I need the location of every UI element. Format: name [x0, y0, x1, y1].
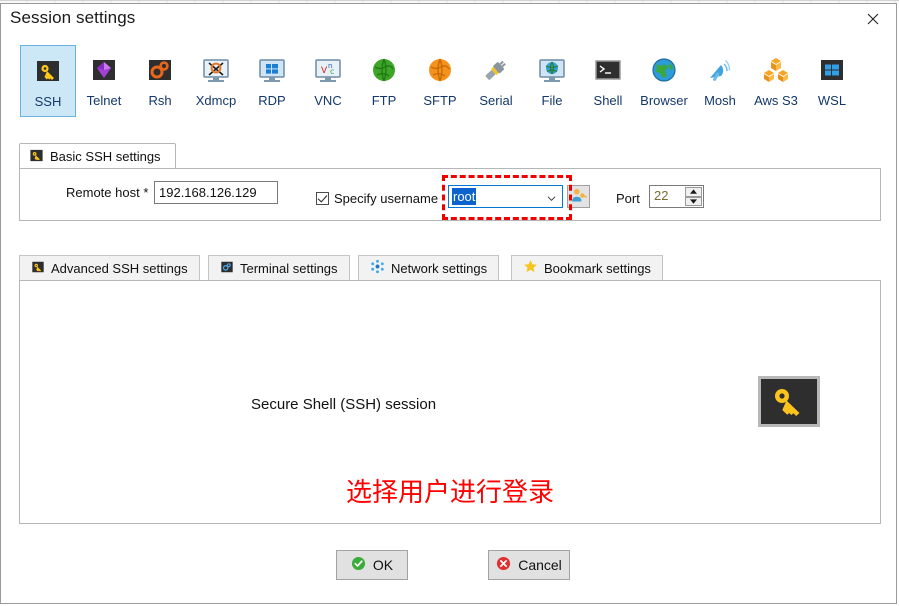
cancel-button[interactable]: Cancel — [488, 550, 570, 580]
star-icon — [523, 259, 538, 277]
protocol-label: RDP — [258, 93, 286, 108]
check-circle-icon — [351, 556, 366, 574]
browser-globe-icon — [648, 54, 680, 86]
ftp-globe-icon — [368, 54, 400, 86]
protocol-label: Serial — [479, 93, 513, 108]
protocol-label: WSL — [817, 93, 847, 108]
protocol-vnc[interactable]: Vnc VNC — [300, 45, 356, 117]
close-icon — [867, 13, 879, 25]
protocol-label: File — [541, 93, 563, 108]
protocol-sftp[interactable]: SFTP — [412, 45, 468, 117]
tab-label: Advanced SSH settings — [51, 260, 188, 276]
ok-button[interactable]: OK — [336, 550, 408, 580]
network-nodes-icon — [370, 259, 385, 277]
tab-basic-ssh-settings[interactable]: Basic SSH settings — [19, 143, 176, 169]
protocol-label: FTP — [371, 93, 397, 108]
spinner-down-icon[interactable] — [685, 196, 702, 206]
protocol-label: Telnet — [86, 93, 122, 108]
serial-plug-icon — [480, 54, 512, 86]
port-spinner[interactable]: 22 — [649, 185, 704, 208]
protocol-ftp[interactable]: FTP — [356, 45, 412, 117]
session-type-title: Secure Shell (SSH) session — [251, 396, 437, 413]
protocol-label: Shell — [593, 93, 623, 108]
telnet-gem-icon — [88, 54, 120, 86]
protocol-aws-s3[interactable]: Aws S3 — [748, 45, 804, 117]
chevron-down-icon[interactable] — [547, 191, 556, 202]
protocol-xdmcp[interactable]: Xdmcp — [188, 45, 244, 117]
protocol-label: Browser — [640, 93, 688, 108]
rdp-monitor-icon — [256, 54, 288, 86]
select-user-button[interactable] — [567, 185, 590, 208]
protocol-telnet[interactable]: Telnet — [76, 45, 132, 117]
specify-username-label: Specify username — [334, 191, 439, 206]
annotation-callout-text: 选择用户进行登录 — [346, 478, 555, 508]
ok-label: OK — [372, 557, 394, 573]
sub-tabstrip: Advanced SSH settings Terminal settings … — [19, 255, 881, 281]
file-monitor-icon — [536, 54, 568, 86]
tab-terminal-settings[interactable]: Terminal settings — [208, 255, 350, 281]
port-label: Port — [616, 191, 640, 206]
protocol-label: SFTP — [423, 93, 457, 108]
protocol-rsh[interactable]: Rsh — [132, 45, 188, 117]
protocol-label: VNC — [314, 93, 342, 108]
username-combobox[interactable]: root — [448, 185, 563, 208]
username-value: root — [452, 188, 477, 205]
tab-label: Basic SSH settings — [50, 149, 161, 164]
protocol-wsl[interactable]: WSL — [804, 45, 860, 117]
protocol-label: Rsh — [148, 93, 172, 108]
protocol-ssh[interactable]: SSH — [20, 45, 76, 117]
protocol-label: SSH — [34, 94, 62, 109]
background-strip-line — [0, 0, 899, 1]
tab-label: Network settings — [391, 260, 488, 276]
wsl-windows-icon — [816, 54, 848, 86]
remote-host-input[interactable] — [154, 181, 278, 204]
cancel-label: Cancel — [518, 557, 562, 573]
svg-text:c: c — [330, 67, 334, 76]
port-value: 22 — [654, 188, 669, 203]
protocol-shell[interactable]: Shell — [580, 45, 636, 117]
tab-label: Bookmark settings — [544, 260, 651, 276]
mosh-dish-icon — [704, 54, 736, 86]
sftp-globe-icon — [424, 54, 456, 86]
ssh-key-icon — [31, 260, 45, 277]
session-settings-dialog: Session settings SSH Telnet Rsh Xdmcp RD… — [0, 3, 897, 604]
specify-username-checkbox[interactable]: Specify username — [316, 191, 438, 206]
protocol-rdp[interactable]: RDP — [244, 45, 300, 117]
remote-host-label: Remote host * — [66, 185, 149, 200]
close-button[interactable] — [850, 4, 896, 33]
tab-bookmark-settings[interactable]: Bookmark settings — [511, 255, 663, 281]
tab-advanced-ssh-settings[interactable]: Advanced SSH settings — [19, 255, 200, 281]
terminal-icon — [220, 260, 234, 277]
ssh-key-icon — [29, 148, 44, 166]
tab-label: Terminal settings — [240, 260, 338, 276]
basic-settings-tabstrip: Basic SSH settings — [19, 143, 881, 169]
svg-text:V: V — [321, 66, 328, 76]
protocol-label: Aws S3 — [754, 93, 798, 108]
protocol-selector: SSH Telnet Rsh Xdmcp RDP V n c VNC FTP S… — [1, 39, 896, 124]
spinner-up-icon[interactable] — [685, 187, 702, 197]
protocol-browser[interactable]: Browser — [636, 45, 692, 117]
protocol-file[interactable]: File — [524, 45, 580, 117]
shell-prompt-icon — [592, 54, 624, 86]
protocol-label: Mosh — [704, 93, 736, 108]
protocol-label: Xdmcp — [195, 93, 237, 108]
aws-s3-cubes-icon — [760, 54, 792, 86]
tab-network-settings[interactable]: Network settings — [358, 255, 500, 281]
rsh-gears-icon — [144, 54, 176, 86]
checkbox-box — [316, 192, 329, 205]
protocol-serial[interactable]: Serial — [468, 45, 524, 117]
user-key-icon — [570, 187, 587, 207]
protocol-mosh[interactable]: Mosh — [692, 45, 748, 117]
xdmcp-x-icon — [200, 54, 232, 86]
ssh-key-icon — [32, 55, 64, 87]
x-circle-icon — [496, 556, 511, 574]
vnc-monitor-icon: Vnc — [312, 54, 344, 86]
title-bar: Session settings — [1, 4, 896, 34]
ssh-key-large-icon — [758, 376, 820, 427]
page-title: Session settings — [10, 8, 136, 27]
